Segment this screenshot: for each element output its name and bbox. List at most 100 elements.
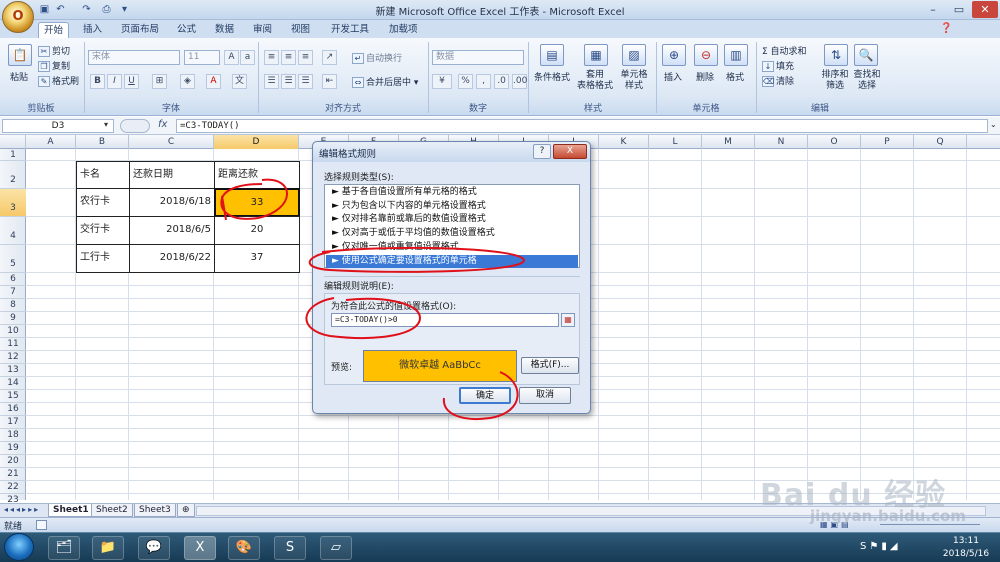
clock-date[interactable]: 2018/5/16 <box>938 549 994 559</box>
column-header-n[interactable]: N <box>755 135 808 149</box>
cell-B2[interactable]: 卡名 <box>76 161 130 189</box>
cell-styles-button[interactable]: 单元格 样式 <box>616 70 652 92</box>
merge-center-button[interactable]: ⇔ 合并后居中 ▾ <box>352 75 418 88</box>
sheet-nav-arrows[interactable]: ◂◂◂▸▸▸ <box>4 505 40 514</box>
insert-cells-icon[interactable]: ⊕ <box>662 44 686 66</box>
currency-button[interactable]: ¥ <box>432 74 452 89</box>
table-format-icon[interactable]: ▦ <box>584 44 608 66</box>
conditional-format-icon[interactable]: ▤ <box>540 44 564 66</box>
column-header-m[interactable]: M <box>702 135 755 149</box>
clear-button[interactable]: ⌫ 清除 <box>762 74 794 87</box>
row-header-6[interactable]: 6 <box>0 273 26 286</box>
align-center-button[interactable]: ☰ <box>281 74 296 89</box>
column-header-b[interactable]: B <box>76 135 129 149</box>
column-header-q[interactable]: Q <box>914 135 967 149</box>
column-header-k[interactable]: K <box>599 135 649 149</box>
expand-formula-icon[interactable]: ⌄ <box>990 120 997 129</box>
row-header-13[interactable]: 13 <box>0 364 26 377</box>
help-icon[interactable]: ❓ <box>940 23 952 34</box>
sort-filter-button[interactable]: 排序和 筛选 <box>818 70 852 92</box>
align-middle-button[interactable]: ≡ <box>281 50 296 65</box>
save-icon[interactable]: ▣ <box>38 3 51 16</box>
number-format-select[interactable]: 数据 <box>432 50 524 65</box>
fill-color-button[interactable]: ◈ <box>180 74 195 89</box>
row-header-12[interactable]: 12 <box>0 351 26 364</box>
file-manager-icon[interactable]: 📁 <box>92 536 124 560</box>
notes-icon[interactable]: ▱ <box>320 536 352 560</box>
macro-record-icon[interactable] <box>36 520 47 530</box>
delete-cells-button[interactable]: 删除 <box>696 70 714 83</box>
font-size-select[interactable]: 11 <box>184 50 220 65</box>
row-header-11[interactable]: 11 <box>0 338 26 351</box>
cell-D4[interactable]: 20 <box>214 216 300 245</box>
row-header-14[interactable]: 14 <box>0 377 26 390</box>
rule-type-item[interactable]: ► 基于各自值设置所有单元格的格式 <box>326 186 578 200</box>
name-box-dropdown-icon[interactable]: ▾ <box>104 120 108 129</box>
italic-button[interactable]: I <box>107 74 122 89</box>
row-header-16[interactable]: 16 <box>0 403 26 416</box>
tab-page-layout[interactable]: 页面布局 <box>116 22 164 38</box>
cell-D3[interactable]: 33 <box>214 188 300 217</box>
decrease-decimal-button[interactable]: .00 <box>512 74 527 89</box>
row-header-15[interactable]: 15 <box>0 390 26 403</box>
row-header-2[interactable]: 2 <box>0 161 26 189</box>
row-header-21[interactable]: 21 <box>0 468 26 481</box>
rule-type-item[interactable]: ► 仅对排名靠前或靠后的数值设置格式 <box>326 213 578 227</box>
clock-time[interactable]: 13:11 <box>938 536 994 546</box>
grow-font-button[interactable]: A <box>224 50 239 65</box>
find-select-button[interactable]: 查找和 选择 <box>850 70 884 92</box>
font-name-select[interactable]: 宋体 <box>88 50 180 65</box>
align-top-button[interactable]: ≡ <box>264 50 279 65</box>
tab-view[interactable]: 视图 <box>286 22 315 38</box>
cell-B4[interactable]: 交行卡 <box>76 216 130 245</box>
minimize-button[interactable]: – <box>920 1 946 18</box>
row-header-19[interactable]: 19 <box>0 442 26 455</box>
row-header-22[interactable]: 22 <box>0 481 26 494</box>
name-box[interactable]: D3 <box>2 119 114 133</box>
maximize-button[interactable]: ▭ <box>946 1 972 18</box>
insert-function-button[interactable]: fx <box>158 119 167 130</box>
dialog-help-button[interactable]: ? <box>533 144 551 159</box>
delete-cells-icon[interactable]: ⊖ <box>694 44 718 66</box>
close-window-button[interactable]: ✕ <box>972 1 998 18</box>
row-header-9[interactable]: 9 <box>0 312 26 325</box>
phonetic-button[interactable]: 文 <box>232 74 247 89</box>
tab-formulas[interactable]: 公式 <box>172 22 201 38</box>
quick-access-more-icon[interactable]: ▾ <box>118 3 131 16</box>
tab-home[interactable]: 开始 <box>38 22 70 38</box>
row-header-7[interactable]: 7 <box>0 286 26 299</box>
tab-developer[interactable]: 开发工具 <box>326 22 374 38</box>
cell-D5[interactable]: 37 <box>214 244 300 273</box>
cell-D2[interactable]: 距离还款 <box>214 161 300 189</box>
sogou-icon[interactable]: S <box>274 536 306 560</box>
tab-insert[interactable]: 插入 <box>78 22 107 38</box>
explorer-folder-icon[interactable]: 🗂 <box>48 536 80 560</box>
bold-button[interactable]: B <box>90 74 105 89</box>
cell-C3[interactable]: 2018/6/18 <box>129 188 215 217</box>
column-header-a[interactable]: A <box>26 135 76 149</box>
cancel-button[interactable]: 取消 <box>519 387 571 404</box>
column-header-d[interactable]: D <box>214 135 299 149</box>
paste-icon[interactable]: 📋 <box>8 44 32 66</box>
excel-taskbar-icon[interactable]: X <box>184 536 216 560</box>
format-button[interactable]: 格式(F)... <box>521 357 579 374</box>
copy-button[interactable]: ❐ 复制 <box>38 59 70 72</box>
cut-button[interactable]: ✂ 剪切 <box>38 44 70 57</box>
print-preview-icon[interactable]: ⎙ <box>100 3 113 16</box>
column-header-c[interactable]: C <box>129 135 214 149</box>
rule-type-item[interactable]: ► 仅对高于或低于平均值的数值设置格式 <box>326 227 578 241</box>
decrease-indent-button[interactable]: ⇤ <box>322 74 337 89</box>
insert-cells-button[interactable]: 插入 <box>664 70 682 83</box>
insert-sheet-button[interactable]: ⊕ <box>177 504 195 517</box>
sheet-tab-1[interactable]: Sheet1 <box>48 504 94 517</box>
dialog-close-button[interactable]: X <box>553 144 587 159</box>
cell-C4[interactable]: 2018/6/5 <box>129 216 215 245</box>
undo-icon[interactable]: ↶ <box>54 3 67 16</box>
find-select-icon[interactable]: 🔍 <box>854 44 878 66</box>
column-header-p[interactable]: P <box>861 135 914 149</box>
format-cells-icon[interactable]: ▥ <box>724 44 748 66</box>
row-header-17[interactable]: 17 <box>0 416 26 429</box>
conditional-format-button[interactable]: 条件格式 <box>534 70 570 83</box>
cell-C5[interactable]: 2018/6/22 <box>129 244 215 273</box>
rule-type-list[interactable]: ► 基于各自值设置所有单元格的格式 ► 只为包含以下内容的单元格设置格式 ► 仅对排… <box>324 184 580 268</box>
